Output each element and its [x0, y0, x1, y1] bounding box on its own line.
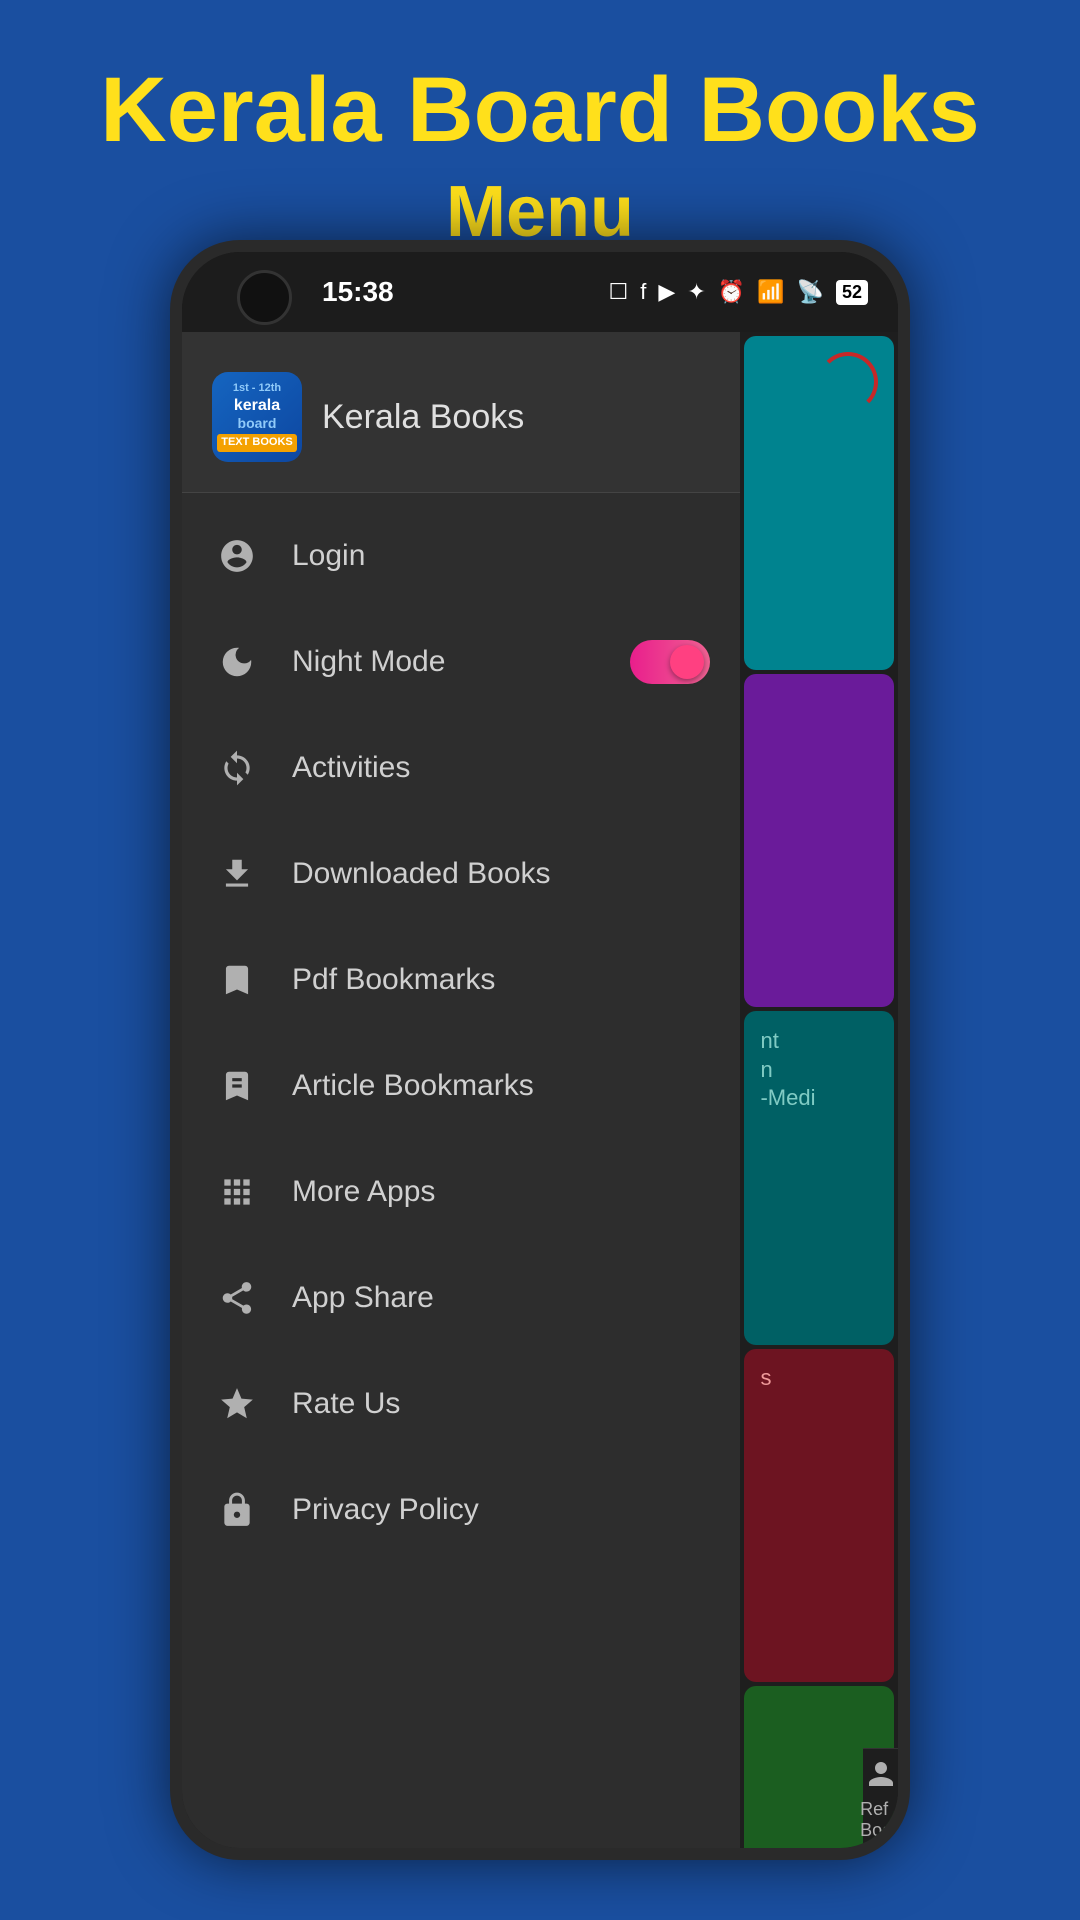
partial-circle	[818, 352, 878, 412]
camera-cutout	[237, 270, 292, 325]
article-bookmarks-icon	[212, 1061, 262, 1111]
activities-icon	[212, 743, 262, 793]
menu-item-privacy-policy[interactable]: Privacy Policy	[182, 1457, 740, 1563]
logo-badge: TEXT BOOKS	[217, 434, 297, 451]
battery-icon: 52	[836, 280, 868, 305]
bg-card-3: ntn-Medi	[744, 1011, 894, 1345]
logo-board: board	[217, 415, 297, 432]
media-icon: ▶	[658, 279, 675, 305]
ref-book-icon	[863, 1756, 898, 1799]
menu-item-app-share[interactable]: App Share	[182, 1245, 740, 1351]
menu-item-downloaded-books[interactable]: Downloaded Books	[182, 821, 740, 927]
menu-item-night-mode[interactable]: Night Mode	[182, 609, 740, 715]
privacy-policy-label: Privacy Policy	[292, 1493, 710, 1527]
bluetooth-icon: ✦	[687, 279, 705, 305]
navigation-drawer: 1st - 12th kerala board TEXT BOOKS Keral…	[182, 332, 740, 1848]
side-button	[902, 811, 910, 871]
pdf-bookmarks-label: Pdf Bookmarks	[292, 963, 710, 997]
logo-text: 1st - 12th kerala board TEXT BOOKS	[217, 382, 297, 451]
page-title: Kerala Board Books	[40, 60, 1040, 161]
activities-label: Activities	[292, 751, 710, 785]
login-icon	[212, 531, 262, 581]
app-logo: 1st - 12th kerala board TEXT BOOKS	[212, 372, 302, 462]
menu-item-rate-us[interactable]: Rate Us	[182, 1351, 740, 1457]
more-apps-icon	[212, 1167, 262, 1217]
rate-us-label: Rate Us	[292, 1387, 710, 1421]
bottom-nav: Ref Book	[863, 1748, 898, 1848]
menu-item-login[interactable]: Login	[182, 503, 740, 609]
status-time: 15:38	[322, 276, 394, 308]
bg-card-4: s	[744, 1349, 894, 1683]
background-content: ntn-Medi s Ref Book	[740, 332, 898, 1848]
downloaded-books-icon	[212, 849, 262, 899]
app-share-icon	[212, 1273, 262, 1323]
phone-screen: ntn-Medi s Ref Book	[182, 332, 898, 1848]
facebook-icon: f	[640, 279, 646, 305]
logo-grade: 1st - 12th	[217, 382, 297, 395]
article-bookmarks-label: Article Bookmarks	[292, 1069, 710, 1103]
phone-frame: 15:38 ☐ f ▶ ✦ ⏰ 📶 📡 52 ntn-Medi s	[170, 240, 910, 1860]
pdf-bookmarks-icon	[212, 955, 262, 1005]
ref-book-label: Ref Book	[860, 1799, 898, 1841]
drawer-header: 1st - 12th kerala board TEXT BOOKS Keral…	[182, 332, 740, 493]
more-apps-label: More Apps	[292, 1175, 710, 1209]
menu-item-article-bookmarks[interactable]: Article Bookmarks	[182, 1033, 740, 1139]
privacy-policy-icon	[212, 1485, 262, 1535]
downloaded-books-label: Downloaded Books	[292, 857, 710, 891]
notif-icon: ☐	[609, 279, 629, 305]
menu-item-more-apps[interactable]: More Apps	[182, 1139, 740, 1245]
night-mode-toggle[interactable]	[630, 640, 710, 684]
menu-list: Login Night Mode Activities	[182, 493, 740, 1848]
signal-icon: 📶	[757, 279, 784, 305]
drawer-app-name: Kerala Books	[322, 398, 524, 437]
night-mode-icon	[212, 637, 262, 687]
rate-us-icon	[212, 1379, 262, 1429]
night-mode-label: Night Mode	[292, 645, 600, 679]
menu-item-pdf-bookmarks[interactable]: Pdf Bookmarks	[182, 927, 740, 1033]
menu-item-activities[interactable]: Activities	[182, 715, 740, 821]
alarm-icon: ⏰	[718, 279, 745, 305]
status-icons: ☐ f ▶ ✦ ⏰ 📶 📡 52	[609, 279, 868, 305]
wifi-icon: 📡	[797, 279, 824, 305]
logo-kerala: kerala	[217, 396, 297, 415]
app-share-label: App Share	[292, 1281, 710, 1315]
bg-card-2	[744, 674, 894, 1008]
login-label: Login	[292, 539, 710, 573]
